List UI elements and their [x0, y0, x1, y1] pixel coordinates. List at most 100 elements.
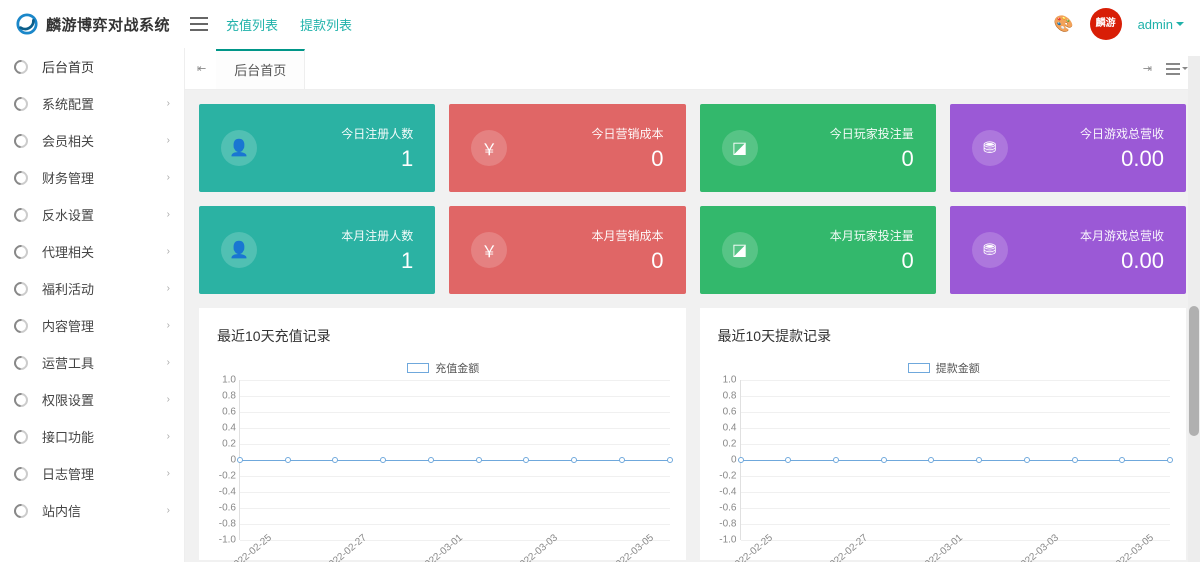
y-tick: -0.8: [707, 519, 737, 530]
legend-swatch: [908, 363, 930, 373]
sidebar-item-label: 运营工具: [42, 353, 94, 372]
stat-value: 0: [591, 146, 663, 172]
grid-line: [240, 508, 670, 509]
data-point: [976, 457, 982, 463]
sidebar-item-6[interactable]: 福利活动›: [0, 270, 184, 307]
tab-prev-icon[interactable]: ⇤: [197, 62, 206, 75]
stat-label: 本月玩家投注量: [830, 227, 914, 244]
ring-icon: [11, 242, 31, 262]
legend-label: 提款金额: [936, 360, 980, 376]
theme-icon[interactable]: 🎨: [1054, 14, 1074, 34]
sidebar-item-label: 反水设置: [42, 205, 94, 224]
data-point: [738, 457, 744, 463]
y-tick: -0.6: [707, 503, 737, 514]
chevron-right-icon: ›: [167, 394, 170, 405]
user-name: admin: [1138, 17, 1173, 32]
top-link-withdraw[interactable]: 提款列表: [300, 15, 352, 34]
ring-icon: [11, 168, 31, 188]
stat-value: 0.00: [1080, 248, 1164, 274]
data-point: [380, 457, 386, 463]
person-icon: 👤: [221, 232, 257, 268]
stat-card[interactable]: 👤本月注册人数1: [199, 206, 435, 294]
stat-card[interactable]: ⛃本月游戏总营收0.00: [950, 206, 1186, 294]
sidebar-item-label: 财务管理: [42, 168, 94, 187]
grid-line: [741, 524, 1171, 525]
toggle-sidebar-icon[interactable]: [190, 17, 208, 31]
chart: 提款金额1.00.80.60.40.20-0.2-0.4-0.6-0.8-1.0…: [706, 360, 1183, 560]
legend-swatch: [407, 363, 429, 373]
y-tick: 0: [707, 455, 737, 466]
grid-line: [741, 476, 1171, 477]
top-link-recharge[interactable]: 充值列表: [226, 15, 278, 34]
y-tick: 0.4: [707, 423, 737, 434]
grid-line: [741, 396, 1171, 397]
sidebar-item-label: 接口功能: [42, 427, 94, 446]
sidebar-item-label: 代理相关: [42, 242, 94, 261]
sidebar-item-5[interactable]: 代理相关›: [0, 233, 184, 270]
ring-icon: [11, 94, 31, 114]
grid-line: [240, 380, 670, 381]
y-tick: 0.2: [707, 439, 737, 450]
page-scrollbar[interactable]: [1188, 56, 1200, 562]
sidebar-item-7[interactable]: 内容管理›: [0, 307, 184, 344]
y-tick: -0.2: [707, 471, 737, 482]
sidebar-item-11[interactable]: 日志管理›: [0, 455, 184, 492]
scrollbar-thumb[interactable]: [1189, 306, 1199, 436]
y-tick: 1.0: [206, 375, 236, 386]
ring-icon: [11, 464, 31, 484]
avatar[interactable]: 麟游: [1090, 8, 1122, 40]
user-menu[interactable]: admin: [1138, 17, 1184, 32]
legend-label: 充值金额: [435, 360, 479, 376]
data-point: [237, 457, 243, 463]
sidebar-item-label: 系统配置: [42, 94, 94, 113]
stat-card[interactable]: ⛃今日游戏总营收0.00: [950, 104, 1186, 192]
stat-value: 0.00: [1080, 146, 1164, 172]
sidebar-item-12[interactable]: 站内信›: [0, 492, 184, 529]
x-tick: 2022-02-27: [323, 532, 369, 562]
sidebar-item-9[interactable]: 权限设置 ›: [0, 381, 184, 418]
chevron-right-icon: ›: [167, 172, 170, 183]
tab-options-icon[interactable]: [1166, 63, 1188, 75]
y-tick: -1.0: [206, 535, 236, 546]
data-point: [785, 457, 791, 463]
x-tick: 2022-03-01: [419, 532, 465, 562]
sidebar-item-label: 权限设置: [42, 390, 94, 409]
stat-label: 今日营销成本: [591, 125, 663, 142]
ring-icon: [11, 353, 31, 373]
brand-wrap: 麟游博弈对战系统: [16, 13, 184, 35]
chevron-right-icon: ›: [167, 357, 170, 368]
tab-next-icon[interactable]: ⇥: [1143, 62, 1152, 75]
sidebar: 后台首页系统配置›会员相关›财务管理›反水设置›代理相关›福利活动›内容管理›运…: [0, 48, 184, 562]
ring-icon: [11, 205, 31, 225]
stats-row-month: 👤本月注册人数1￥本月营销成本0◪本月玩家投注量0⛃本月游戏总营收0.00: [199, 206, 1186, 294]
data-point: [332, 457, 338, 463]
sidebar-item-2[interactable]: 会员相关›: [0, 122, 184, 159]
sidebar-item-4[interactable]: 反水设置›: [0, 196, 184, 233]
tab-home[interactable]: 后台首页: [216, 49, 305, 89]
y-tick: 0.6: [707, 407, 737, 418]
stat-card[interactable]: ◪本月玩家投注量0: [700, 206, 936, 294]
caret-down-icon: [1176, 22, 1184, 30]
grid-line: [240, 396, 670, 397]
plot-area: 1.00.80.60.40.20-0.2-0.4-0.6-0.8-1.02022…: [239, 380, 670, 540]
data-point: [619, 457, 625, 463]
data-point: [285, 457, 291, 463]
sidebar-item-1[interactable]: 系统配置›: [0, 85, 184, 122]
x-tick: 2022-02-27: [824, 532, 870, 562]
stats-row-today: 👤今日注册人数1￥今日营销成本0◪今日玩家投注量0⛃今日游戏总营收0.00: [199, 104, 1186, 192]
sidebar-item-8[interactable]: 运营工具 ›: [0, 344, 184, 381]
sidebar-item-3[interactable]: 财务管理 ›: [0, 159, 184, 196]
stat-card[interactable]: ￥今日营销成本0: [449, 104, 685, 192]
stat-card[interactable]: ￥本月营销成本0: [449, 206, 685, 294]
data-point: [476, 457, 482, 463]
content: 👤今日注册人数1￥今日营销成本0◪今日玩家投注量0⛃今日游戏总营收0.00 👤本…: [185, 90, 1200, 562]
sidebar-item-0[interactable]: 后台首页: [0, 48, 184, 85]
logo-icon: [16, 13, 38, 35]
stat-card[interactable]: 👤今日注册人数1: [199, 104, 435, 192]
stat-card[interactable]: ◪今日玩家投注量0: [700, 104, 936, 192]
main: ⇤ 后台首页 ⇥ 👤今日注册人数1￥今日营销成本0◪今日玩家投注量0⛃今日游戏总…: [184, 48, 1200, 562]
panel-title: 最近10天提款记录: [706, 326, 1183, 360]
sidebar-item-10[interactable]: 接口功能›: [0, 418, 184, 455]
y-tick: -0.4: [707, 487, 737, 498]
grid-line: [240, 492, 670, 493]
